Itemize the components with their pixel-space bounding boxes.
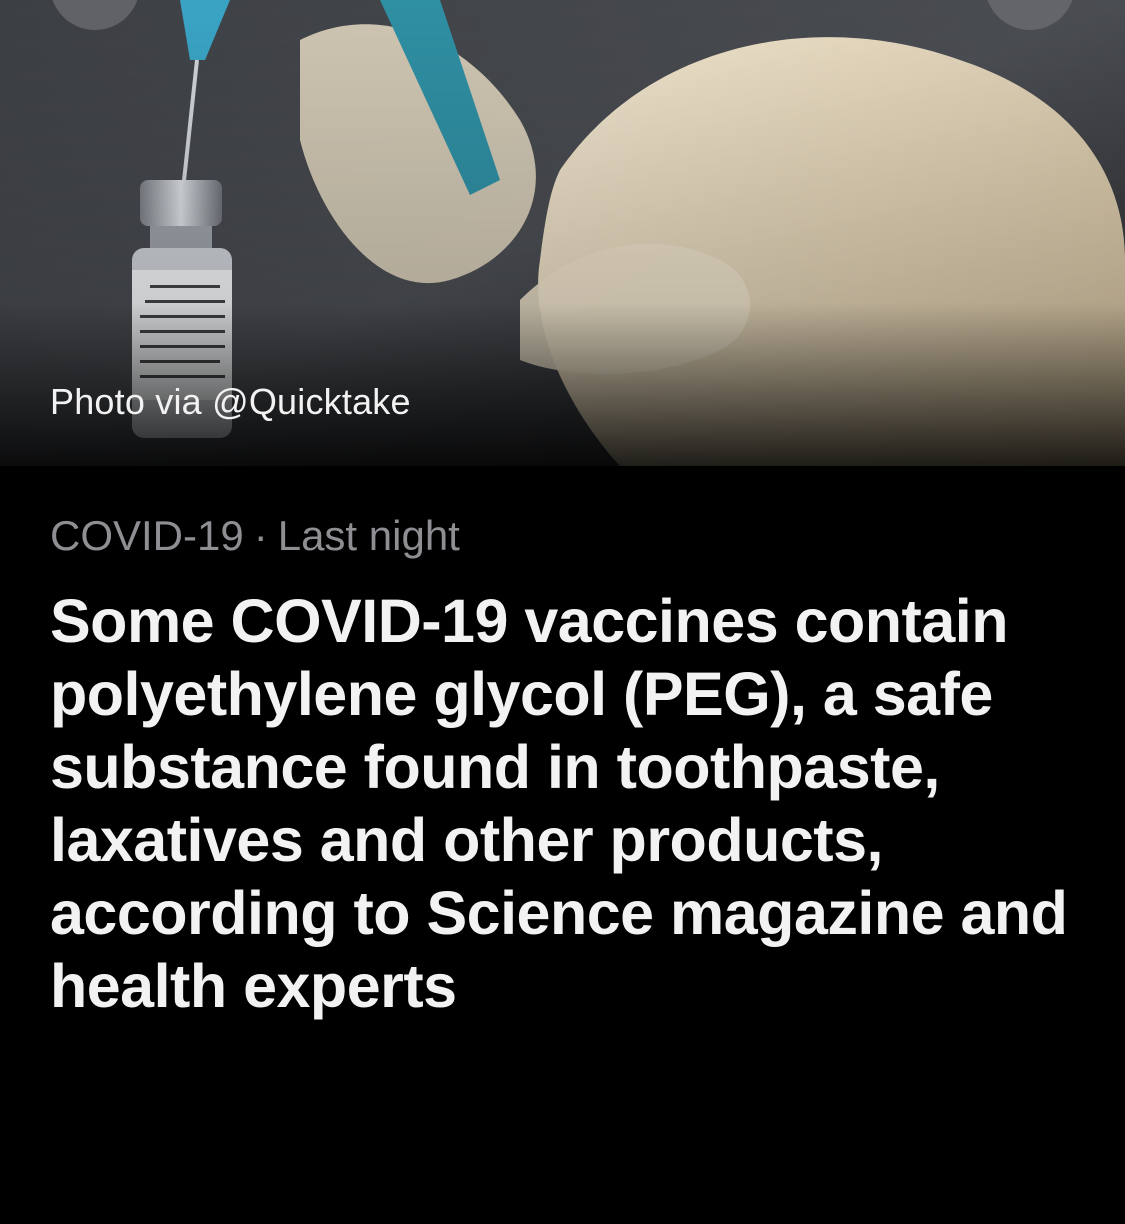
article-headline[interactable]: Some COVID-19 vaccines contain polyethyl… [50,585,1100,1023]
timestamp: Last night [277,512,460,559]
hero-image[interactable]: Photo via @Quicktake [0,0,1125,466]
article-meta: COVID-19 · Last night [50,510,460,562]
meta-separator: · [253,512,268,559]
topic-label[interactable]: COVID-19 [50,512,244,559]
photo-credit: Photo via @Quicktake [50,381,411,422]
